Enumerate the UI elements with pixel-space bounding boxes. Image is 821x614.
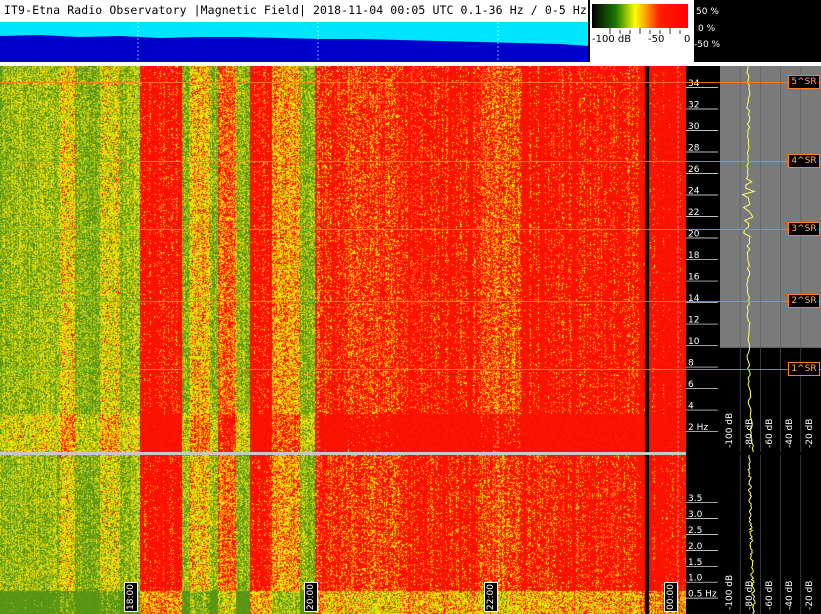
sr-line <box>0 82 821 84</box>
time-label-18: 18:00 <box>124 582 138 612</box>
title-bar: IT9-Etna Radio Observatory |Magnetic Fie… <box>0 0 588 22</box>
freq-tick-label: 24 <box>688 187 700 197</box>
sr-line <box>0 160 821 162</box>
sr-label-2: 2^SR <box>788 294 820 309</box>
freq-tick-label: 10 <box>688 337 700 347</box>
legend-gradient <box>592 4 688 28</box>
freq-tick-label: 3.0 <box>688 510 703 520</box>
sr-marker-layer: 5^SR 4^SR 3^SR 2^SR 1^SR <box>0 66 821 452</box>
signal-level-strip <box>0 22 588 62</box>
freq-tick-label: 1.5 <box>688 558 702 568</box>
legend-label-mid: -50 <box>648 34 664 45</box>
percent-label-mid: 0 % <box>698 24 716 34</box>
freq-tick-label: 32 <box>688 101 699 111</box>
freq-tick-label: 6 <box>688 380 694 390</box>
color-legend: -100 dB -50 0 <box>590 0 694 62</box>
freq-tick-label: 0.5 Hz <box>688 590 717 600</box>
sr-label-4: 4^SR <box>788 153 820 168</box>
freq-tick-label: 2 Hz <box>688 423 708 433</box>
sr-label-1: 1^SR <box>788 362 820 377</box>
freq-axis-upper: 2 Hz 4 6 8 10 12 14 16 18 20 22 24 26 28 30 32 34 <box>686 66 720 452</box>
spectrum-db-label: -80 dB <box>745 581 755 610</box>
freq-tick-label: 30 <box>688 122 700 132</box>
legend-label-min: -100 dB <box>592 34 631 45</box>
spectrum-db-label: -20 dB <box>805 581 815 610</box>
spectrogram-upper <box>0 66 686 452</box>
legend-svg: -100 dB -50 0 <box>592 4 690 45</box>
spectrum-db-label: -40 dB <box>785 581 795 610</box>
spectrum-db-label: -100 dB <box>725 575 735 610</box>
freq-tick-label: 28 <box>688 144 700 154</box>
freq-tick-label: 2.5 <box>688 526 702 536</box>
time-label-20: 20:00 <box>304 582 318 612</box>
percent-label-top: 50 % <box>696 7 719 17</box>
freq-tick-label: 1.0 <box>688 574 703 584</box>
freq-tick-label: 26 <box>688 165 700 175</box>
freq-tick-label: 12 <box>688 316 699 326</box>
percent-labels: 50 % 0 % -50 % <box>694 7 721 50</box>
time-label-22: 22:00 <box>484 582 498 612</box>
sr-line <box>0 369 821 371</box>
signal-level-plot <box>0 22 588 62</box>
freq-tick-label: 20 <box>688 230 700 240</box>
freq-tick-label: 3.5 <box>688 494 702 504</box>
freq-tick-label: 8 <box>688 359 694 369</box>
freq-tick-label: 22 <box>688 208 699 218</box>
time-label-00: 00:00 <box>664 582 678 612</box>
freq-tick-label: 16 <box>688 273 700 283</box>
legend-label-max: 0 <box>684 34 690 45</box>
freq-tick-label: 34 <box>688 79 700 89</box>
spectrum-db-label: -60 dB <box>765 581 775 610</box>
percent-label-bottom: -50 % <box>694 40 721 50</box>
sr-line <box>0 229 821 231</box>
freq-axis-lower: 0.5 Hz 1.0 1.5 2.0 2.5 3.0 3.5 <box>686 455 720 614</box>
freq-tick-label: 18 <box>688 251 700 261</box>
sr-label-5: 5^SR <box>788 75 820 90</box>
freq-tick-label: 4 <box>688 402 694 412</box>
avg-spectrum-panel-lower: -100 dB -80 dB -60 dB -40 dB -20 dB <box>720 455 821 614</box>
spectrogram-lower <box>0 455 686 614</box>
chart-title: IT9-Etna Radio Observatory |Magnetic Fie… <box>4 3 587 17</box>
sr-label-3: 3^SR <box>788 222 820 237</box>
freq-tick-label: 2.0 <box>688 542 703 552</box>
freq-tick-label: 14 <box>688 294 700 304</box>
sr-line <box>0 301 821 303</box>
